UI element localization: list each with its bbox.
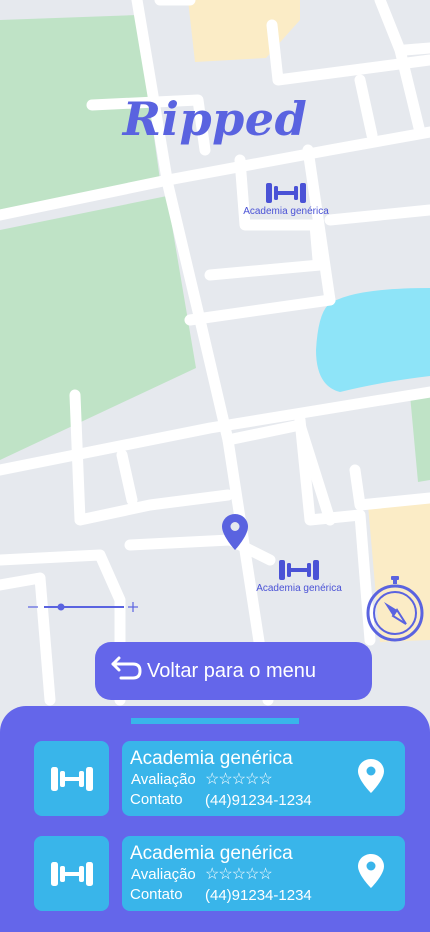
gym-marker-label: Academia genérica [243, 206, 329, 217]
results-panel: Academia genérica Avaliação ☆☆☆☆☆ Contat… [0, 706, 430, 932]
gym-marker-label: Academia genérica [256, 583, 342, 594]
back-button-label: Voltar para o menu [147, 659, 316, 682]
location-pin-icon[interactable] [358, 854, 384, 888]
zoom-in-icon[interactable] [128, 602, 138, 612]
app-logo: Ripped [122, 92, 308, 146]
gym-thumbnail [34, 836, 109, 911]
contact-label: Contato [130, 791, 183, 808]
gym-result-card[interactable]: Academia genérica Avaliação ☆☆☆☆☆ Contat… [34, 741, 406, 817]
contact-label: Contato [130, 886, 183, 903]
gym-name: Academia genérica [130, 843, 293, 864]
phone-number: (44)91234-1234 [205, 792, 312, 809]
gym-info[interactable]: Academia genérica Avaliação ☆☆☆☆☆ Contat… [122, 741, 405, 816]
rating-label: Avaliação [131, 866, 196, 883]
phone-number: (44)91234-1234 [205, 887, 312, 904]
star-rating: ☆☆☆☆☆ [205, 866, 273, 883]
gym-info[interactable]: Academia genérica Avaliação ☆☆☆☆☆ Contat… [122, 836, 405, 911]
zoom-slider[interactable] [26, 598, 142, 616]
location-pin-icon[interactable] [222, 514, 248, 550]
gym-name: Academia genérica [130, 748, 293, 769]
drag-handle[interactable] [131, 718, 299, 724]
dumbbell-icon [50, 861, 93, 886]
dumbbell-icon [266, 183, 306, 203]
gym-result-card[interactable]: Academia genérica Avaliação ☆☆☆☆☆ Contat… [34, 836, 406, 912]
back-to-menu-button[interactable]: Voltar para o menu [95, 642, 372, 700]
dumbbell-icon [50, 766, 93, 791]
gym-map-marker[interactable]: Academia genérica [240, 180, 332, 217]
star-rating: ☆☆☆☆☆ [205, 771, 273, 788]
location-pin-icon[interactable] [358, 759, 384, 793]
return-arrow-icon [111, 656, 142, 680]
gym-map-marker[interactable]: Academia genérica [253, 557, 345, 594]
dumbbell-icon [279, 560, 319, 580]
compass-icon[interactable] [366, 576, 424, 642]
gym-thumbnail [34, 741, 109, 816]
rating-label: Avaliação [131, 771, 196, 788]
zoom-slider-handle[interactable] [57, 603, 65, 611]
